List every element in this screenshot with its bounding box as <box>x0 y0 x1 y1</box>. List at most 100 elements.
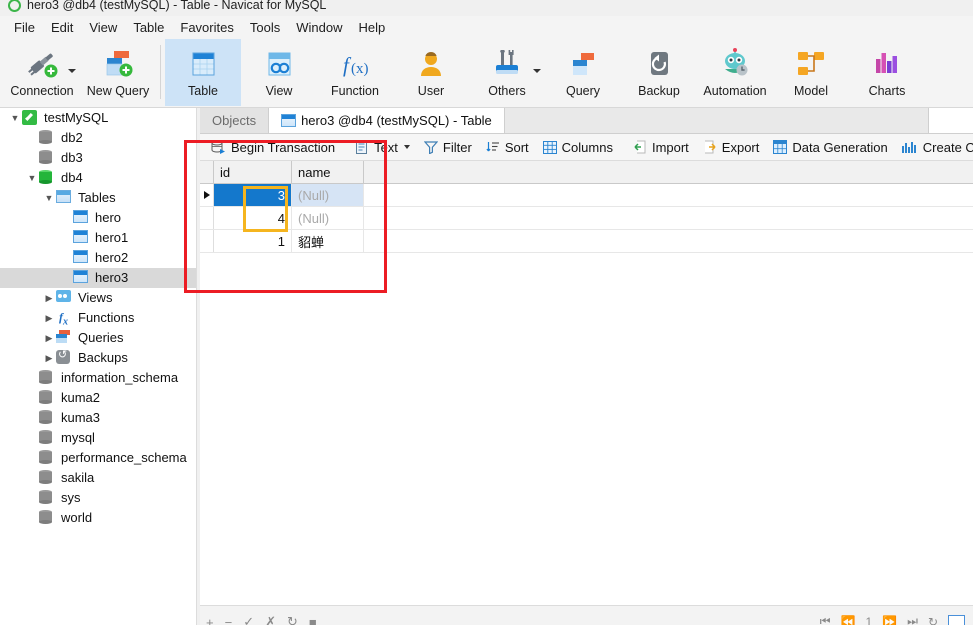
grid-view-icon[interactable] <box>948 614 965 625</box>
toolbar-button-model[interactable]: Model <box>773 39 849 106</box>
toolbar-button-user[interactable]: User <box>393 39 469 106</box>
sidebar-item-performance_schema[interactable]: performance_schema <box>0 448 196 468</box>
menu-edit[interactable]: Edit <box>43 18 81 37</box>
last-record-icon[interactable]: ⏭ <box>907 614 918 625</box>
menu-window[interactable]: Window <box>288 18 350 37</box>
sidebar-item-kuma3[interactable]: kuma3 <box>0 408 196 428</box>
toolbar-button-backup[interactable]: Backup <box>621 39 697 106</box>
sidebar-item-hero[interactable]: hero <box>0 208 196 228</box>
tab-table-editor[interactable]: hero3 @db4 (testMySQL) - Table <box>269 108 505 133</box>
sidebar-item-label: hero1 <box>95 230 129 245</box>
sidebar-item-information_schema[interactable]: information_schema <box>0 368 196 388</box>
table-icon <box>73 250 90 266</box>
table-row[interactable]: 1 貂蝉 <box>200 230 973 253</box>
chevron-down-icon[interactable] <box>68 69 76 73</box>
tables-folder-icon <box>56 190 73 206</box>
sidebar-item-db2[interactable]: db2 <box>0 128 196 148</box>
cell-name[interactable]: (Null) <box>292 207 364 229</box>
sidebar-item-hero3[interactable]: hero3 <box>0 268 196 288</box>
sidebar-item-hero1[interactable]: hero1 <box>0 228 196 248</box>
sidebar-item-hero2[interactable]: hero2 <box>0 248 196 268</box>
sidebar-item-db4[interactable]: ▼ db4 <box>0 168 196 188</box>
menu-file[interactable]: File <box>6 18 43 37</box>
grid-body[interactable]: 3 (Null) 4 (Null) 1 貂蝉 <box>200 184 973 253</box>
toolbar-button-table[interactable]: Table <box>165 39 241 106</box>
add-record-icon[interactable]: + <box>206 615 214 625</box>
gridbar-data-generation[interactable]: Data Generation <box>766 136 894 159</box>
gridbar-begin-transaction[interactable]: Begin Transaction <box>204 136 342 159</box>
gridbar-label: Begin Transaction <box>231 139 336 155</box>
object-tree-sidebar[interactable]: ▼ testMySQL db2 db3 ▼ db4 ▼ Tables hero hero1 hero… <box>0 108 196 625</box>
sidebar-item-functions[interactable]: ▶ fx Functions <box>0 308 196 328</box>
grid-column-header-id[interactable]: id <box>214 161 292 183</box>
refresh-icon[interactable]: ↻ <box>287 614 298 625</box>
menu-view[interactable]: View <box>81 18 125 37</box>
cell-id[interactable]: 4 <box>214 207 292 229</box>
sidebar-item-testmysql[interactable]: ▼ testMySQL <box>0 108 196 128</box>
gridbar-filter[interactable]: Filter <box>417 136 479 159</box>
sidebar-item-queries[interactable]: ▶ Queries <box>0 328 196 348</box>
grid-header-corner <box>200 161 214 183</box>
record-navigation[interactable]: ⏮ ⏪ 1 ⏩ ⏭ ↻ <box>820 614 965 625</box>
data-grid[interactable]: id name 3 (Null) 4 (Null) 1 貂蝉 <box>200 161 973 605</box>
toolbar-button-automation[interactable]: Automation <box>697 39 773 106</box>
menu-tools[interactable]: Tools <box>242 18 288 37</box>
toolbar-separator <box>160 45 161 99</box>
menu-help[interactable]: Help <box>350 18 393 37</box>
next-record-icon[interactable]: ⏩ <box>882 615 897 625</box>
chevron-down-icon[interactable]: ▼ <box>25 168 39 188</box>
toolbar-button-query[interactable]: Query <box>545 39 621 106</box>
current-row-arrow-icon <box>203 191 210 199</box>
gridbar-columns[interactable]: Columns <box>536 136 620 159</box>
sidebar-item-sys[interactable]: sys <box>0 488 196 508</box>
sidebar-item-kuma2[interactable]: kuma2 <box>0 388 196 408</box>
chevron-down-icon[interactable]: ▼ <box>8 108 22 128</box>
toolbar-button-function[interactable]: f (x) Function <box>317 39 393 106</box>
cell-name[interactable]: (Null) <box>292 184 364 206</box>
first-record-icon[interactable]: ⏮ <box>820 614 831 625</box>
toolbar-button-view[interactable]: View <box>241 39 317 106</box>
cell-id[interactable]: 1 <box>214 230 292 252</box>
cancel-change-icon[interactable]: ✗ <box>265 614 276 625</box>
previous-record-icon[interactable]: ⏪ <box>841 615 856 625</box>
gridbar-create-chart[interactable]: Create Chart <box>895 136 973 159</box>
toolbar-button-others[interactable]: Others <box>469 39 545 106</box>
gridbar-text[interactable]: Text <box>348 136 417 159</box>
sidebar-item-mysql[interactable]: mysql <box>0 428 196 448</box>
toolbar-button-connection[interactable]: Connection <box>4 39 80 106</box>
cell-id[interactable]: 3 <box>214 184 292 206</box>
chevron-right-icon[interactable]: ▶ <box>42 348 56 368</box>
delete-record-icon[interactable]: − <box>225 615 233 625</box>
gridbar-export[interactable]: Export <box>696 136 767 159</box>
record-edit-buttons[interactable]: + − ✓ ✗ ↻ ■ <box>206 614 317 625</box>
sidebar-item-backups[interactable]: ▶ Backups <box>0 348 196 368</box>
toolbar-button-new-query[interactable]: New Query <box>80 39 156 106</box>
sidebar-item-db3[interactable]: db3 <box>0 148 196 168</box>
gridbar-sort[interactable]: Sort <box>479 136 536 159</box>
row-marker <box>200 184 214 206</box>
cell-name[interactable]: 貂蝉 <box>292 230 364 252</box>
import-icon <box>633 140 647 154</box>
grid-column-header-name[interactable]: name <box>292 161 364 183</box>
chevron-down-icon[interactable] <box>403 145 410 149</box>
gridbar-import[interactable]: Import <box>626 136 696 159</box>
chevron-down-icon[interactable]: ▼ <box>42 188 56 208</box>
chevron-right-icon[interactable]: ▶ <box>42 328 56 348</box>
chevron-right-icon[interactable]: ▶ <box>42 308 56 328</box>
sidebar-item-views[interactable]: ▶ Views <box>0 288 196 308</box>
sidebar-item-label: world <box>61 510 93 525</box>
tab-objects[interactable]: Objects <box>200 108 270 133</box>
table-row[interactable]: 3 (Null) <box>200 184 973 207</box>
sidebar-item-tables[interactable]: ▼ Tables <box>0 188 196 208</box>
table-row[interactable]: 4 (Null) <box>200 207 973 230</box>
menu-favorites[interactable]: Favorites <box>172 18 241 37</box>
chevron-right-icon[interactable]: ▶ <box>42 288 56 308</box>
chevron-down-icon[interactable] <box>533 69 541 73</box>
sidebar-item-sakila[interactable]: sakila <box>0 468 196 488</box>
sidebar-item-world[interactable]: world <box>0 508 196 528</box>
stop-icon[interactable]: ■ <box>309 615 317 625</box>
toolbar-button-charts[interactable]: Charts <box>849 39 925 106</box>
apply-change-icon[interactable]: ✓ <box>243 614 254 625</box>
menu-table[interactable]: Table <box>125 18 172 37</box>
refresh-grid-icon[interactable]: ↻ <box>928 615 938 625</box>
